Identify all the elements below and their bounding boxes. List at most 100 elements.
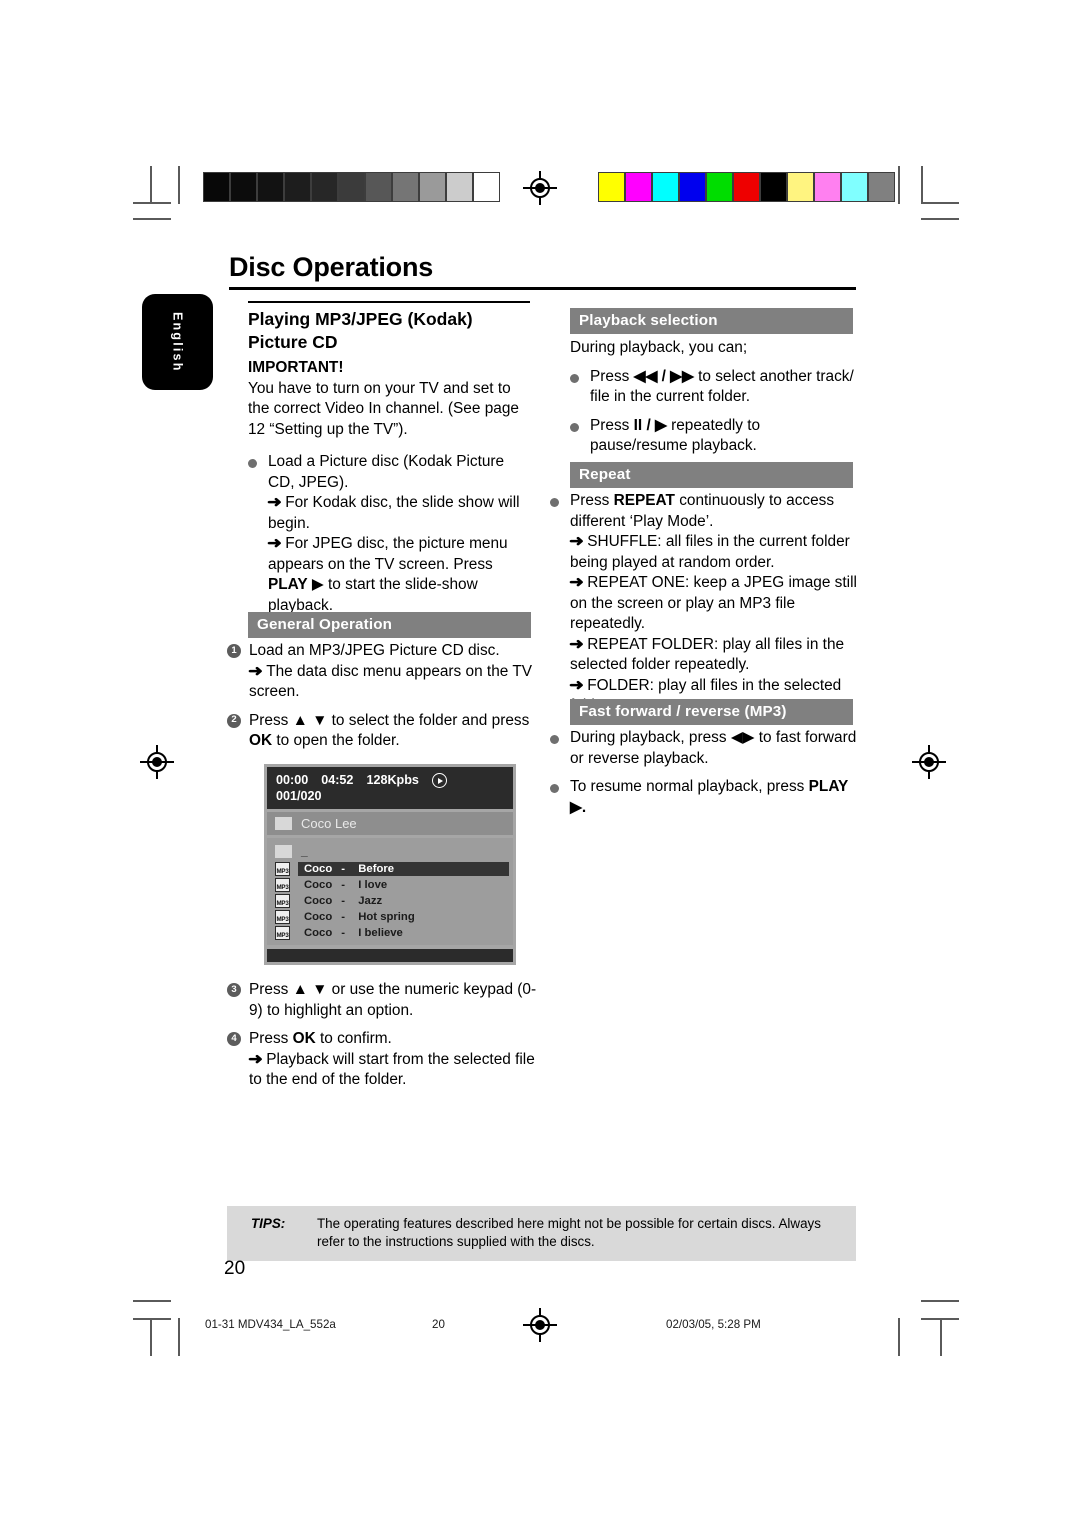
- arrow-right-icon: ➜: [569, 635, 584, 653]
- track-separator: -: [341, 911, 346, 923]
- calibration-swatch-1: [626, 173, 651, 201]
- crop-mark-tr-h: [921, 202, 959, 204]
- calibration-swatch-5: [734, 173, 759, 201]
- elapsed-time: 00:00: [276, 773, 309, 787]
- calibration-swatch-8: [420, 173, 445, 201]
- bullet-dot-icon: [570, 416, 590, 457]
- tv-file-list: _ MP3 Coco - Before MP3 Coco - I love MP3 Coco - Ja…: [267, 838, 513, 945]
- left-column-body: IMPORTANT! You have to turn on your TV a…: [248, 358, 531, 616]
- bullet-load-arrow-1: ➜ For Kodak disc, the slide show will be…: [267, 494, 520, 532]
- tips-label: TIPS:: [251, 1216, 286, 1231]
- fast-forward-body: During playback, press ◀▶ to fast forwar…: [550, 728, 862, 818]
- tv-track-row[interactable]: MP3 Coco - Jazz: [267, 893, 513, 909]
- crop-mark-tr-h2: [921, 218, 959, 220]
- parent-folder-label: _: [301, 844, 308, 858]
- step-4-text: Press OK to confirm.: [249, 1030, 392, 1047]
- calibration-swatch-10: [474, 173, 499, 201]
- bullet-pause-resume-text: Press II / ▶ repeatedly to pause/resume …: [590, 416, 761, 455]
- tv-status-bar: [267, 949, 513, 962]
- track-title: Jazz: [358, 895, 383, 907]
- page-title: Disc Operations: [229, 252, 434, 282]
- track-separator: -: [341, 879, 346, 891]
- track-artist: Coco: [304, 863, 333, 875]
- calibration-swatch-0: [204, 173, 229, 201]
- bullet-load-arrow-2: ➜ For JPEG disc, the picture menu appear…: [267, 535, 508, 614]
- arrow-right-icon: ➜: [248, 1050, 263, 1068]
- calibration-swatch-3: [285, 173, 310, 201]
- section-repeat: Repeat: [570, 462, 853, 488]
- section-header-repeat: Repeat: [570, 462, 853, 488]
- bullet-repeat: Press REPEAT continuously to access diff…: [550, 491, 860, 717]
- step-4-arrow: ➜ Playback will start from the selected …: [248, 1050, 535, 1089]
- tv-track-row[interactable]: MP3 Coco - Before: [267, 861, 513, 877]
- bullet-load-text: Load a Picture disc (Kodak Picture CD, J…: [268, 453, 505, 491]
- tv-track-row[interactable]: MP3 Coco - I love: [267, 877, 513, 893]
- playback-selection-body: During playback, you can; Press ◀◀ / ▶▶ …: [570, 338, 860, 457]
- step-1-arrow: ➜ The data disc menu appears on the TV s…: [248, 662, 532, 701]
- calibration-swatch-2: [258, 173, 283, 201]
- left-column-top-rule: [248, 301, 530, 303]
- track-title: I believe: [358, 927, 403, 939]
- heading-line-1: Playing MP3/JPEG (Kodak): [248, 309, 473, 329]
- repeat-arrow-shuffle: ➜ SHUFFLE: all files in the current fold…: [569, 533, 850, 571]
- section-fast-forward-reverse: Fast forward / reverse (MP3): [570, 699, 853, 725]
- tv-info-bar: 00:00 04:52 128Kpbs 001/020: [267, 767, 513, 809]
- bullet-fast-forward-text: During playback, press ◀▶ to fast forwar…: [570, 729, 857, 767]
- color-calibration-bar: [598, 172, 895, 202]
- folder-name: Coco Lee: [301, 816, 357, 831]
- calibration-swatch-5: [339, 173, 364, 201]
- track-title: I love: [358, 879, 388, 891]
- bullet-select-track-text: Press ◀◀ / ▶▶ to select another track/ f…: [590, 367, 854, 406]
- tv-track-row[interactable]: MP3 Coco - I believe: [267, 925, 513, 941]
- crop-mark-bl-bleed: [178, 1318, 180, 1356]
- crop-mark-br-v: [940, 1318, 942, 1356]
- play-circle-icon: [431, 773, 447, 789]
- crop-mark-br-h2: [921, 1300, 959, 1302]
- left-section-heading: Playing MP3/JPEG (Kodak) Picture CD: [248, 308, 538, 354]
- bullet-pause-resume: Press II / ▶ repeatedly to pause/resume …: [570, 416, 860, 457]
- tv-current-folder-row[interactable]: Coco Lee: [267, 812, 513, 835]
- track-artist: Coco: [304, 895, 333, 907]
- bullet-dot-icon: [248, 452, 268, 616]
- track-counter: 001/020: [276, 788, 322, 803]
- crop-mark-bl-h: [133, 1318, 171, 1320]
- calibration-swatch-7: [393, 173, 418, 201]
- track-separator: -: [341, 927, 346, 939]
- tv-track-row[interactable]: MP3 Coco - Hot spring: [267, 909, 513, 925]
- step-1-text: Load an MP3/JPEG Picture CD disc.: [249, 642, 500, 659]
- mp3-file-icon: MP3: [275, 878, 290, 892]
- registration-mark-left: [140, 745, 174, 779]
- important-label: IMPORTANT!: [248, 359, 344, 376]
- folder-up-icon: [275, 844, 292, 858]
- section-header-general-operation: General Operation: [248, 612, 531, 638]
- section-general-operation: General Operation: [248, 612, 531, 638]
- step-number-badge: 2: [227, 711, 249, 752]
- arrow-right-icon: ➜: [569, 676, 584, 694]
- parent-folder-row[interactable]: _: [267, 843, 513, 861]
- calibration-swatch-10: [869, 173, 894, 201]
- footer-file-name: 01-31 MDV434_LA_552a: [205, 1318, 336, 1331]
- track-artist: Coco: [304, 911, 333, 923]
- step-2-text: Press ▲ ▼ to select the folder and press…: [249, 711, 530, 750]
- step-1: 1 Load an MP3/JPEG Picture CD disc. ➜ Th…: [227, 641, 532, 703]
- arrow-right-icon: ➜: [569, 574, 584, 591]
- manual-page: Disc Operations English Playing MP3/JPEG…: [0, 0, 1080, 1528]
- bullet-repeat-text: Press REPEAT continuously to access diff…: [570, 492, 835, 530]
- calibration-swatch-6: [761, 173, 786, 201]
- track-separator: -: [341, 895, 346, 907]
- folder-icon: [275, 817, 292, 830]
- crop-mark-tl-h: [133, 202, 171, 204]
- title-underline: [229, 287, 856, 290]
- calibration-swatch-7: [788, 173, 813, 201]
- mp3-file-icon: MP3: [275, 926, 290, 940]
- crop-mark-tr-bleed: [898, 166, 900, 204]
- step-number-badge: 4: [227, 1029, 249, 1091]
- general-operation-steps-cont: 3 Press ▲ ▼ or use the numeric keypad (0…: [227, 980, 537, 1091]
- crop-mark-br-bleed: [898, 1318, 900, 1356]
- bullet-dot-icon: [550, 491, 570, 717]
- section-header-playback-selection: Playback selection: [570, 308, 853, 334]
- step-4: 4 Press OK to confirm. ➜ Playback will s…: [227, 1029, 537, 1091]
- repeat-body: Press REPEAT continuously to access diff…: [550, 491, 860, 717]
- step-3: 3 Press ▲ ▼ or use the numeric keypad (0…: [227, 980, 537, 1021]
- repeat-arrow-repeat-folder: ➜ REPEAT FOLDER: play all files in the s…: [569, 635, 845, 674]
